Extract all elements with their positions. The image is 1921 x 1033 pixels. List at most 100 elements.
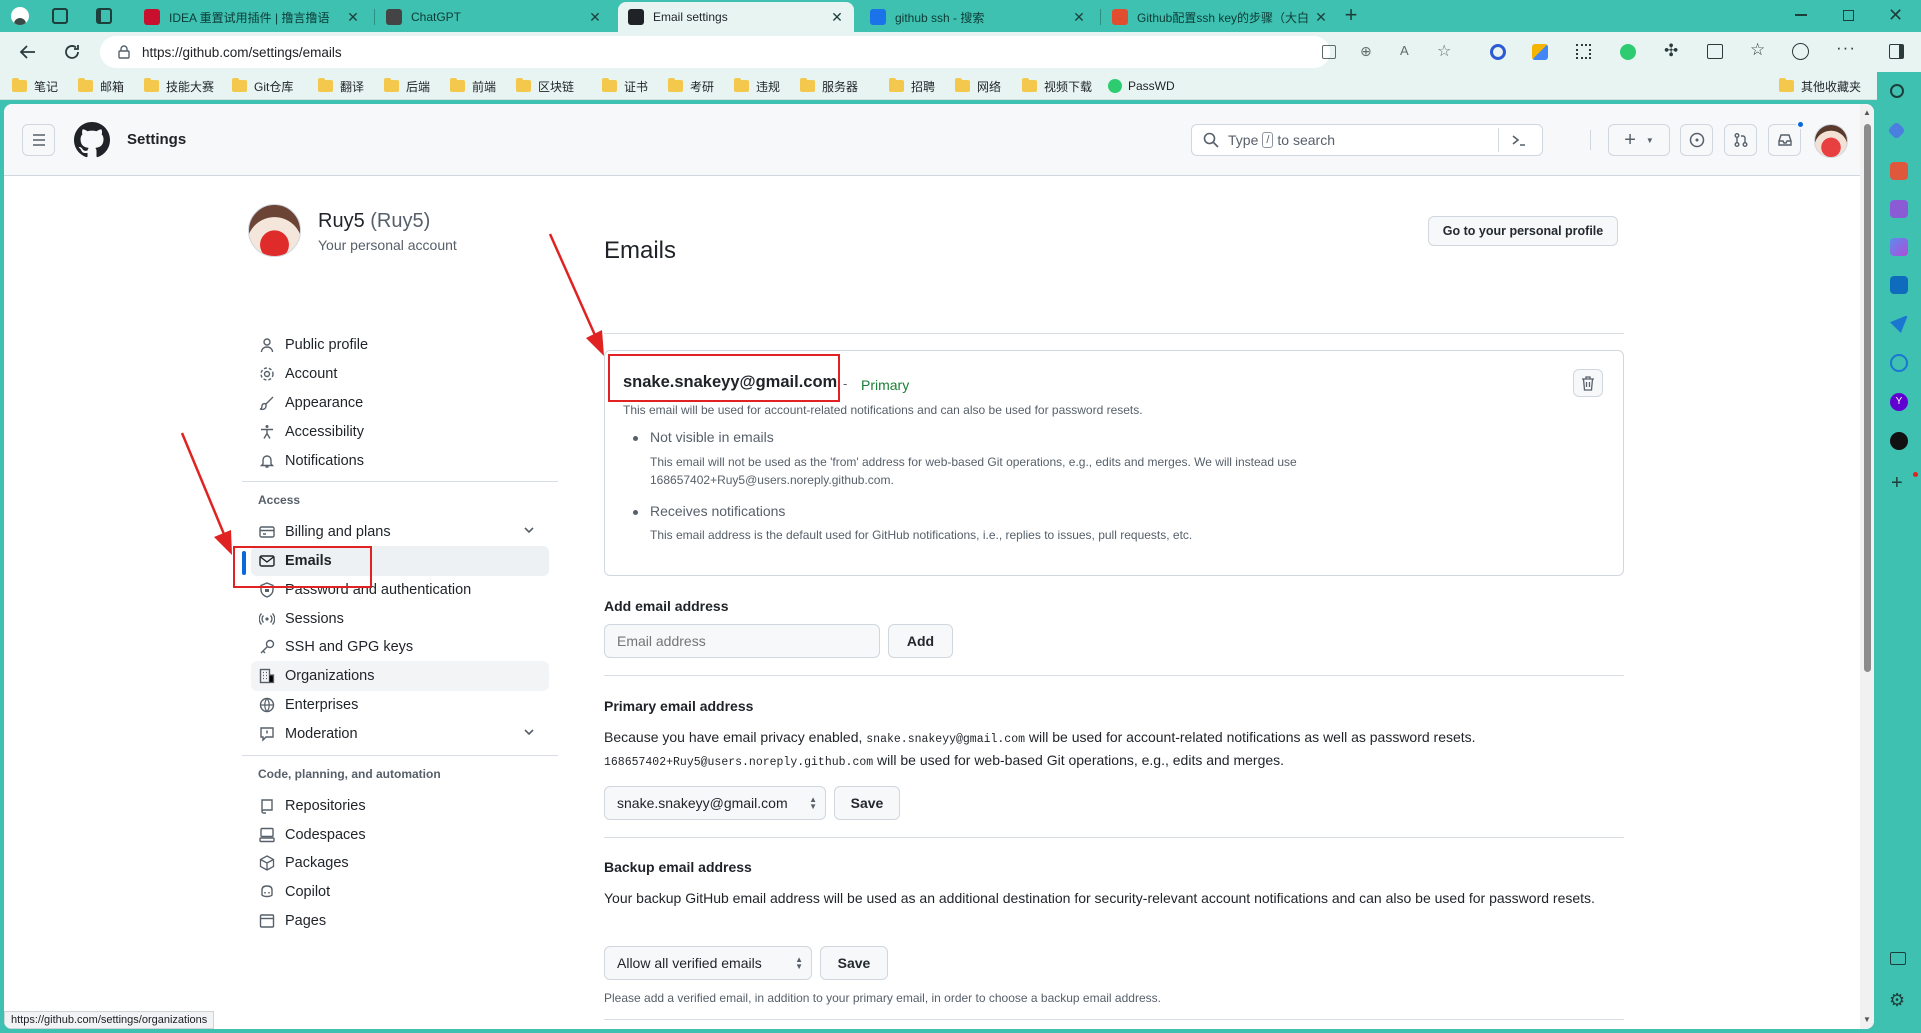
sidebar-item-ssh-and-gpg-keys[interactable]: SSH and GPG keys: [251, 632, 549, 662]
reload-button[interactable]: [60, 40, 84, 64]
app-available-icon[interactable]: [1322, 45, 1336, 59]
bookmark-item[interactable]: 服务器: [800, 78, 858, 94]
bookmark-item[interactable]: 翻译: [318, 78, 364, 94]
copilot-edge-icon[interactable]: [1890, 238, 1908, 256]
user-avatar[interactable]: [1814, 124, 1848, 158]
bookmark-item[interactable]: 笔记: [12, 78, 58, 94]
extension-green-icon[interactable]: [1620, 44, 1636, 60]
backup-email-select[interactable]: Allow all verified emails ▲ ▼: [604, 946, 812, 980]
sidebar-item-packages[interactable]: Packages: [251, 848, 549, 878]
primary-email-select[interactable]: snake.snakeyy@gmail.com ▲ ▼: [604, 786, 826, 820]
sidebar-item-codespaces[interactable]: Codespaces: [251, 820, 549, 850]
go-to-profile-button[interactable]: Go to your personal profile: [1428, 216, 1618, 246]
minimize-button[interactable]: [1795, 14, 1807, 16]
favorite-star-icon[interactable]: ☆: [1437, 41, 1451, 61]
profile-avatar[interactable]: [248, 204, 301, 257]
black-app-icon[interactable]: [1890, 432, 1908, 450]
sidebar-toggle-icon[interactable]: [1889, 44, 1904, 59]
chevron-down-icon[interactable]: [523, 726, 535, 738]
bookmark-item[interactable]: 网络: [955, 78, 1001, 94]
yahoo-icon[interactable]: Y: [1890, 393, 1908, 411]
new-tab-button[interactable]: +: [1339, 4, 1363, 28]
restore-button[interactable]: [1843, 10, 1854, 21]
sidebar-item-repositories[interactable]: Repositories: [251, 791, 549, 821]
screen-capture-icon[interactable]: [1890, 952, 1906, 965]
sidebar-item-notifications[interactable]: Notifications: [251, 446, 549, 476]
send-icon[interactable]: [1890, 315, 1908, 333]
zoom-icon[interactable]: ⊕: [1360, 43, 1372, 60]
more-menu-icon[interactable]: ···: [1836, 38, 1856, 58]
scroll-up-icon[interactable]: ▲: [1863, 108, 1871, 117]
github-logo-icon[interactable]: [74, 122, 110, 158]
tab-actions-icon[interactable]: [96, 8, 112, 24]
scroll-down-icon[interactable]: ▼: [1863, 1015, 1871, 1024]
browser-tab[interactable]: ChatGPT ✕: [376, 2, 612, 32]
sidebar-item-sessions[interactable]: Sessions: [251, 604, 549, 634]
other-bookmarks-folder[interactable]: 其他收藏夹: [1779, 78, 1861, 94]
lock-icon[interactable]: [118, 45, 130, 59]
bookmark-item[interactable]: 邮箱: [78, 78, 124, 94]
search-input[interactable]: Type / to search: [1191, 124, 1543, 156]
chevron-down-icon[interactable]: [523, 524, 535, 536]
profile-avatar-icon[interactable]: [11, 7, 29, 25]
header-title[interactable]: Settings: [127, 131, 186, 148]
extension-multicolor-icon[interactable]: [1532, 44, 1548, 60]
bookmark-item[interactable]: 考研: [668, 78, 714, 94]
profile-name[interactable]: Ruy5: [318, 210, 365, 232]
email-address-input[interactable]: [604, 624, 880, 658]
bookmark-item[interactable]: 违规: [734, 78, 780, 94]
terminal-icon[interactable]: [1510, 131, 1528, 149]
tab-close-icon[interactable]: ✕: [346, 9, 360, 26]
infinity-icon[interactable]: [1890, 354, 1908, 372]
sidebar-item-billing-and-plans[interactable]: Billing and plans: [251, 517, 549, 547]
read-aloud-icon[interactable]: A: [1400, 43, 1409, 58]
bookmark-item[interactable]: 视频下载: [1022, 78, 1092, 94]
bookmark-item[interactable]: 证书: [602, 78, 648, 94]
collections-icon[interactable]: [1792, 43, 1809, 60]
settings-gear-icon[interactable]: ⚙: [1889, 990, 1905, 1011]
sidebar-item-appearance[interactable]: Appearance: [251, 388, 549, 418]
tag-icon[interactable]: [1887, 121, 1906, 140]
workspaces-icon[interactable]: [52, 8, 68, 24]
games-icon[interactable]: [1890, 200, 1908, 218]
url-text[interactable]: https://github.com/settings/emails: [142, 45, 342, 60]
sidebar-item-pages[interactable]: Pages: [251, 906, 549, 936]
browser-tab[interactable]: Github配置ssh key的步骤（大白 ✕: [1102, 2, 1338, 32]
pull-requests-button[interactable]: [1724, 124, 1757, 156]
bookmark-item[interactable]: 前端: [450, 78, 496, 94]
browser-tab[interactable]: Email settings ✕: [618, 2, 854, 32]
favorites-icon[interactable]: ☆: [1750, 40, 1765, 60]
sidebar-item-account[interactable]: Account: [251, 359, 549, 389]
sidebar-item-copilot[interactable]: Copilot: [251, 877, 549, 907]
qr-code-icon[interactable]: [1576, 44, 1591, 59]
bookmark-item[interactable]: 后端: [384, 78, 430, 94]
tab-close-icon[interactable]: ✕: [1314, 9, 1328, 26]
command-palette-icon[interactable]: [1498, 128, 1499, 152]
bookmark-item[interactable]: 区块链: [516, 78, 574, 94]
bookmark-item[interactable]: 招聘: [889, 78, 935, 94]
primary-save-button[interactable]: Save: [834, 786, 900, 820]
extensions-puzzle-icon[interactable]: ✣: [1664, 41, 1678, 61]
add-email-button[interactable]: Add: [888, 624, 953, 658]
sidebar-item-moderation[interactable]: Moderation: [251, 719, 549, 749]
sidebar-item-public-profile[interactable]: Public profile: [251, 330, 549, 360]
menu-hamburger-button[interactable]: [22, 124, 55, 156]
create-new-button[interactable]: + ▼: [1608, 124, 1670, 156]
browser-tab[interactable]: github ssh - 搜索 ✕: [860, 2, 1096, 32]
bookmark-item[interactable]: Git仓库: [232, 78, 293, 94]
sidebar-item-organizations[interactable]: Organizations: [251, 661, 549, 691]
add-sidebar-app-icon[interactable]: +: [1891, 472, 1903, 495]
bookmark-item[interactable]: 技能大赛: [144, 78, 214, 94]
issues-button[interactable]: [1680, 124, 1713, 156]
extension-circle-icon[interactable]: [1490, 44, 1506, 60]
tab-close-icon[interactable]: ✕: [830, 9, 844, 26]
sidebar-item-accessibility[interactable]: Accessibility: [251, 417, 549, 447]
back-button[interactable]: [16, 40, 40, 64]
scrollbar-thumb[interactable]: [1864, 124, 1871, 672]
close-window-button[interactable]: ✕: [1888, 5, 1903, 26]
sidebar-item-enterprises[interactable]: Enterprises: [251, 690, 549, 720]
toolbox-icon[interactable]: [1890, 162, 1908, 180]
browser-tab[interactable]: IDEA 重置试用插件 | 撸言撸语 ✕: [134, 2, 370, 32]
delete-email-button[interactable]: [1573, 369, 1603, 397]
address-bar[interactable]: https://github.com/settings/emails ⊕ A ☆: [100, 36, 1451, 68]
